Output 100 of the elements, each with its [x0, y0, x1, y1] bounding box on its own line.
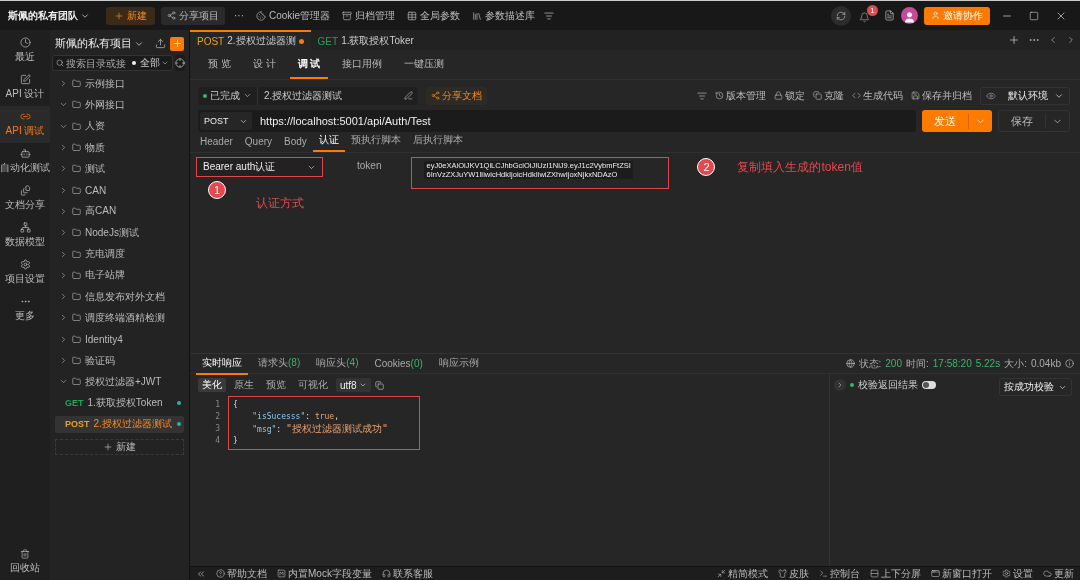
- rail-item[interactable]: 项目设置: [0, 254, 50, 291]
- auth-type-select[interactable]: Bearer auth认证: [196, 157, 323, 177]
- folder-item[interactable]: 电子站牌: [55, 266, 184, 284]
- view-button[interactable]: 可视化: [294, 378, 332, 392]
- share-icon: [167, 11, 176, 20]
- environment-selector[interactable]: 默认环境: [980, 86, 1070, 105]
- rail-item[interactable]: 自动化测试: [0, 143, 50, 180]
- action-button[interactable]: 版本管理: [715, 88, 767, 103]
- footer-link[interactable]: 新窗口打开: [931, 566, 992, 580]
- toolbar-link[interactable]: 全局参数: [404, 8, 464, 23]
- footer-link[interactable]: 内置Mock字段变量: [277, 566, 372, 580]
- folder-item[interactable]: 信息发布对外文档: [55, 287, 184, 306]
- footer-link[interactable]: 联系客服: [381, 566, 433, 580]
- share-project-button[interactable]: 分享项目: [161, 6, 225, 25]
- more-menu[interactable]: ···: [231, 10, 247, 21]
- folder-item[interactable]: CAN: [55, 181, 184, 199]
- rail-item[interactable]: API 设计: [0, 69, 50, 106]
- folder-item[interactable]: 充电调度: [55, 245, 184, 263]
- annotation-text: 认证方式: [256, 195, 304, 212]
- folder-item[interactable]: 人资: [55, 117, 184, 135]
- toolbar-link[interactable]: 归档管理: [339, 8, 399, 23]
- tool-icon: [342, 10, 353, 21]
- param-tab[interactable]: Body: [278, 136, 313, 152]
- folder-item[interactable]: 测试: [55, 160, 184, 178]
- folder-item[interactable]: NodeJs测试: [55, 224, 184, 242]
- rail-item[interactable]: API 调试: [0, 106, 50, 143]
- avatar[interactable]: [901, 7, 918, 24]
- rail-item[interactable]: 数据模型: [0, 217, 50, 254]
- rail-item[interactable]: 更多: [0, 291, 50, 328]
- request-item[interactable]: POST 2.授权过滤器测试: [55, 415, 184, 434]
- action-button[interactable]: 克隆: [813, 88, 845, 103]
- team-selector[interactable]: 斯佩的私有团队: [8, 8, 90, 23]
- param-tab[interactable]: Query: [238, 136, 279, 152]
- action-button[interactable]: 锁定: [774, 88, 806, 103]
- view-tab[interactable]: 设 计: [244, 57, 284, 79]
- response-tab[interactable]: Cookies(0): [368, 353, 429, 374]
- new-button[interactable]: 新建: [106, 6, 155, 25]
- request-tab[interactable]: POST 2.授权过滤器测: [190, 30, 311, 50]
- project-selector[interactable]: 斯佩的私有项目: [55, 36, 151, 51]
- param-tab[interactable]: 后执行脚本: [406, 133, 469, 152]
- request-tab[interactable]: GET 1.获取授权Toker: [310, 30, 421, 50]
- new-button[interactable]: 新建: [55, 439, 184, 456]
- size-value: 0.04kb: [1030, 358, 1061, 369]
- param-tab[interactable]: Header: [194, 136, 239, 152]
- view-tab[interactable]: 接口用例: [334, 57, 391, 79]
- param-tab[interactable]: 认证: [312, 133, 345, 152]
- footer-link[interactable]: 控制台: [819, 566, 860, 580]
- code-line: "isSucesss": true,: [251, 411, 340, 423]
- folder-item[interactable]: 物质: [55, 138, 184, 157]
- folder-item[interactable]: 示例接口: [55, 75, 184, 93]
- folder-item[interactable]: 授权过滤器+JWT: [55, 373, 184, 391]
- action-icon: [715, 91, 725, 100]
- view-tab[interactable]: 一键压测: [396, 57, 453, 79]
- share-icon: [431, 91, 440, 100]
- request-name-field[interactable]: 已完成 2.授权过滤器测试: [198, 86, 418, 105]
- action-button[interactable]: 保存并归档: [911, 88, 973, 103]
- footer-icon: [819, 569, 828, 578]
- response-tab[interactable]: 实时响应: [196, 352, 248, 375]
- rail-item[interactable]: 最近: [0, 32, 50, 69]
- add-button[interactable]: [170, 36, 184, 51]
- encoding-selector[interactable]: utf8: [336, 378, 371, 392]
- trash-item[interactable]: 回收站: [0, 544, 50, 580]
- param-tab[interactable]: 预执行脚本: [344, 133, 407, 152]
- share-doc-button[interactable]: 分享文档: [426, 86, 487, 105]
- view-tab[interactable]: 预 览: [200, 57, 239, 79]
- footer-link[interactable]: 帮助文档: [216, 566, 267, 580]
- sync-button[interactable]: [831, 5, 851, 26]
- footer-link[interactable]: 更新: [1043, 566, 1074, 580]
- toolbar-link[interactable]: Cookie管理器: [253, 8, 334, 23]
- footer-link[interactable]: 皮肤: [778, 566, 809, 580]
- view-button[interactable]: 原生: [230, 378, 258, 392]
- collapse-button[interactable]: [834, 379, 846, 391]
- action-button[interactable]: 生成代码: [852, 88, 904, 103]
- view-button[interactable]: 预览: [262, 378, 290, 392]
- method-selector[interactable]: POST: [200, 112, 252, 130]
- save-button[interactable]: 保存: [998, 110, 1070, 132]
- folder-item[interactable]: 调度终端酒精检测: [55, 309, 184, 327]
- locate-button[interactable]: [174, 55, 185, 71]
- footer-link[interactable]: 设置: [1002, 566, 1033, 580]
- toolbar-link[interactable]: 参数描述库: [469, 8, 539, 23]
- folder-icon: [72, 313, 81, 323]
- response-tab[interactable]: 响应示例: [432, 352, 485, 375]
- rail-item[interactable]: 文档分享: [0, 180, 50, 217]
- request-item[interactable]: GET 1.获取授权Token: [55, 394, 184, 412]
- notification-button[interactable]: 1: [857, 5, 878, 26]
- response-tab[interactable]: 请求头(8): [252, 352, 307, 375]
- step-marker: 1: [208, 181, 226, 199]
- folder-item[interactable]: 外网接口: [55, 96, 184, 114]
- footer-link[interactable]: 上下分屏: [870, 566, 921, 580]
- folder-item[interactable]: 高CAN: [55, 202, 184, 221]
- folder-item[interactable]: Identity4: [55, 330, 184, 348]
- check-mode-selector[interactable]: 按成功校验: [999, 378, 1072, 396]
- check-toggle[interactable]: [922, 381, 936, 389]
- footer-link[interactable]: 精简模式: [717, 566, 768, 580]
- search-field[interactable]: 搜索目录或接 全部: [52, 55, 173, 71]
- view-button[interactable]: 美化: [198, 378, 226, 392]
- response-tab[interactable]: 响应头(4): [310, 352, 365, 375]
- folder-icon: [72, 377, 81, 387]
- view-tab[interactable]: 调 试: [289, 57, 329, 79]
- folder-item[interactable]: 验证码: [55, 351, 184, 370]
